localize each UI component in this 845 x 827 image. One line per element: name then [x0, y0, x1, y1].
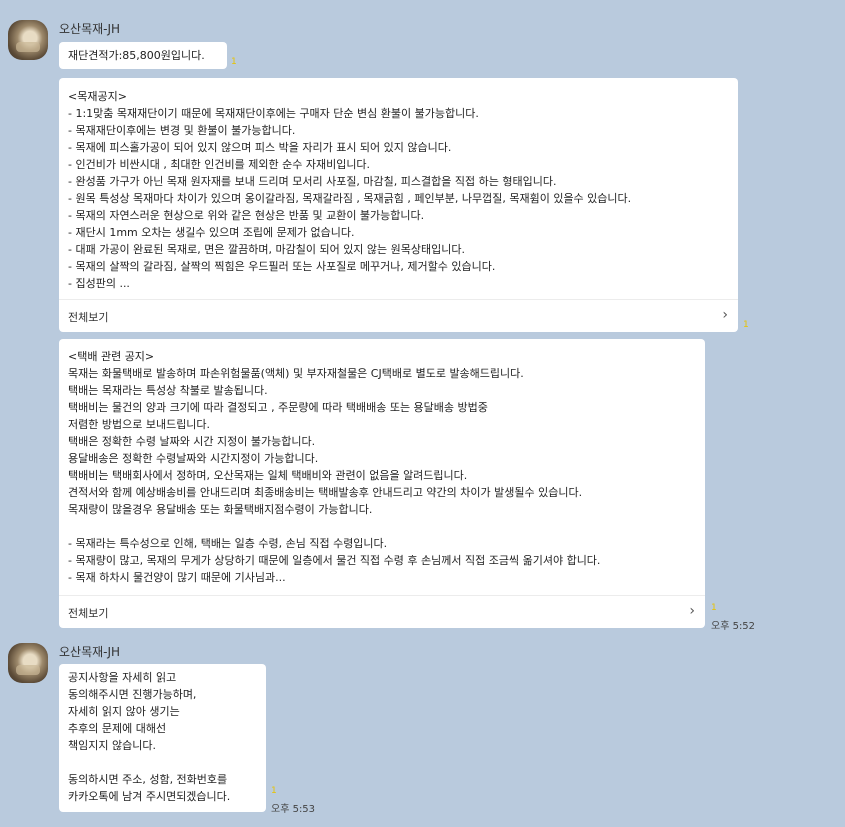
- sender-name: 오산목재-JH: [59, 22, 121, 36]
- unread-count: 1: [743, 320, 749, 330]
- message-text: <택배 관련 공지> 목재는 화물택배로 발송하며 파손위험물품(액체) 및 부…: [68, 350, 601, 584]
- view-all-label: 전체보기: [68, 607, 109, 620]
- view-all-label: 전체보기: [68, 311, 109, 324]
- unread-count: 1: [711, 603, 717, 613]
- sender-avatar[interactable]: [8, 643, 48, 683]
- message-bubble-wood-notice[interactable]: <목재공지> - 1:1맞춤 목재재단이기 때문에 목재재단이후에는 구매자 단…: [59, 78, 738, 332]
- message-bubble-agreement[interactable]: 공지사항을 자세히 읽고 동의해주시면 진행가능하며, 자세히 읽지 않아 생기…: [59, 664, 266, 812]
- message-bubble-quote[interactable]: 재단견적가:85,800원입니다.: [59, 42, 227, 69]
- view-all-button[interactable]: 전체보기 ›: [59, 299, 738, 332]
- view-all-button[interactable]: 전체보기 ›: [59, 595, 705, 628]
- chevron-right-icon: ›: [722, 307, 728, 323]
- message-timestamp: 오후 5:53: [271, 804, 316, 815]
- sender-name: 오산목재-JH: [59, 645, 121, 659]
- message-timestamp: 오후 5:52: [711, 621, 756, 632]
- sender-avatar[interactable]: [8, 20, 48, 60]
- message-text: 공지사항을 자세히 읽고 동의해주시면 진행가능하며, 자세히 읽지 않아 생기…: [68, 671, 231, 803]
- message-text: <목재공지> - 1:1맞춤 목재재단이기 때문에 목재재단이후에는 구매자 단…: [68, 90, 632, 290]
- message-bubble-delivery-notice[interactable]: <택배 관련 공지> 목재는 화물택배로 발송하며 파손위험물품(액체) 및 부…: [59, 339, 705, 628]
- unread-count: 1: [271, 786, 277, 796]
- chevron-right-icon: ›: [689, 603, 695, 619]
- unread-count: 1: [231, 57, 237, 67]
- message-text: 재단견적가:85,800원입니다.: [68, 49, 205, 62]
